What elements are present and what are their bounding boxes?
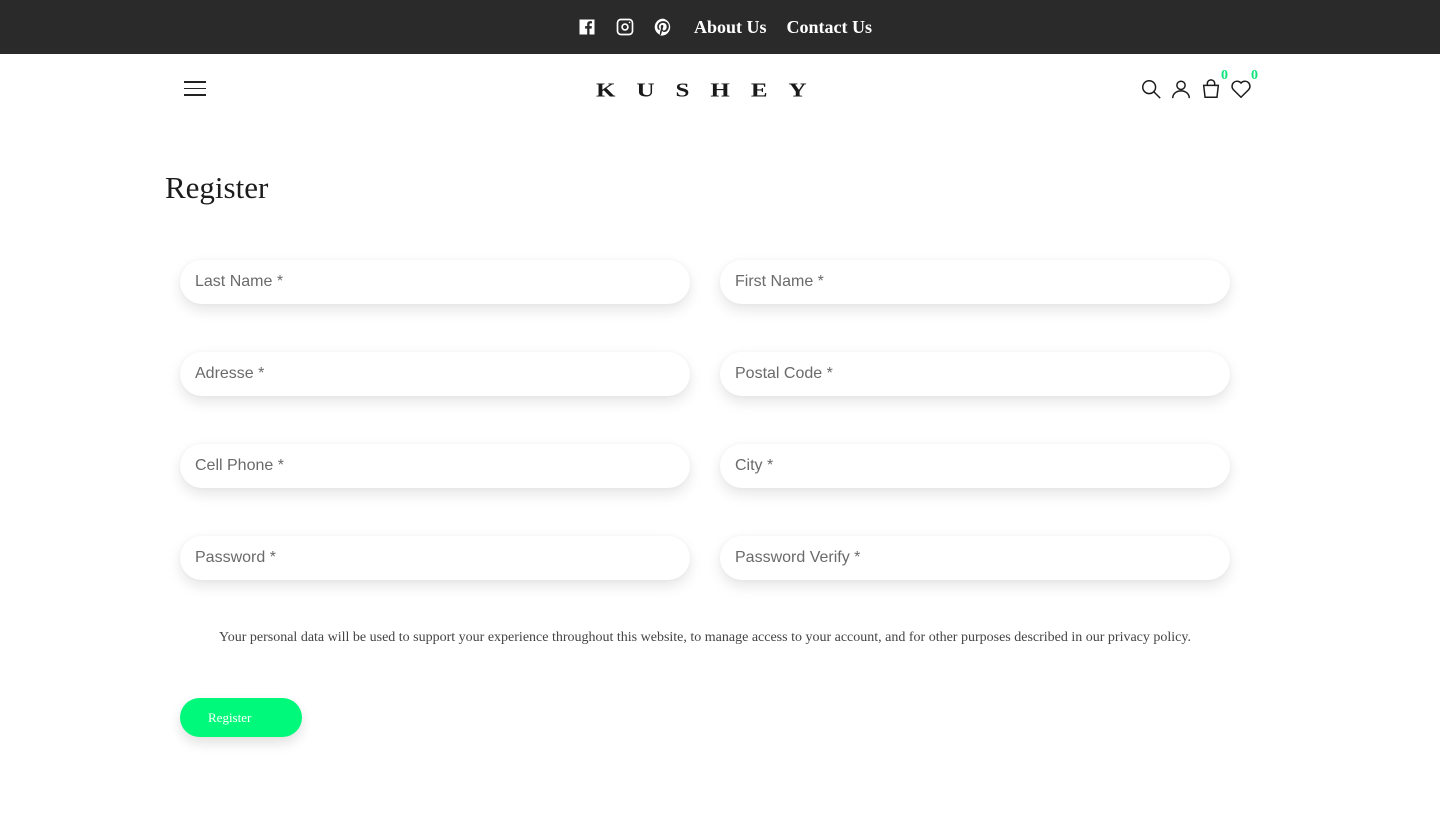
facebook-icon[interactable]: [568, 16, 606, 38]
first-name-input[interactable]: [720, 260, 1230, 304]
top-bar: About Us Contact Us: [0, 0, 1440, 54]
password-verify-input[interactable]: [720, 536, 1230, 580]
user-icon[interactable]: [1166, 74, 1196, 104]
address-input[interactable]: [180, 352, 690, 396]
about-us-link[interactable]: About Us: [694, 17, 767, 38]
postal-code-input[interactable]: [720, 352, 1230, 396]
register-button[interactable]: Register: [180, 698, 302, 737]
site-logo[interactable]: KUSHEY: [596, 79, 840, 103]
instagram-icon[interactable]: [606, 16, 644, 38]
header-icons: 0 0: [1136, 68, 1258, 104]
cart-icon[interactable]: 0: [1196, 68, 1228, 104]
cell-phone-input[interactable]: [180, 444, 690, 488]
city-input[interactable]: [720, 444, 1230, 488]
main-header: KUSHEY 0 0: [0, 54, 1440, 124]
search-icon[interactable]: [1136, 74, 1166, 104]
last-name-input[interactable]: [180, 260, 690, 304]
wishlist-count-badge: 0: [1251, 68, 1258, 83]
privacy-policy-notice: Your personal data will be used to suppo…: [219, 630, 1191, 645]
password-input[interactable]: [180, 536, 690, 580]
heart-icon[interactable]: 0: [1226, 68, 1258, 104]
contact-us-link[interactable]: Contact Us: [787, 17, 873, 38]
page-title: Register: [165, 170, 269, 205]
pinterest-icon[interactable]: [644, 16, 682, 38]
social-links: [568, 16, 682, 38]
hamburger-menu-icon[interactable]: [184, 81, 206, 97]
